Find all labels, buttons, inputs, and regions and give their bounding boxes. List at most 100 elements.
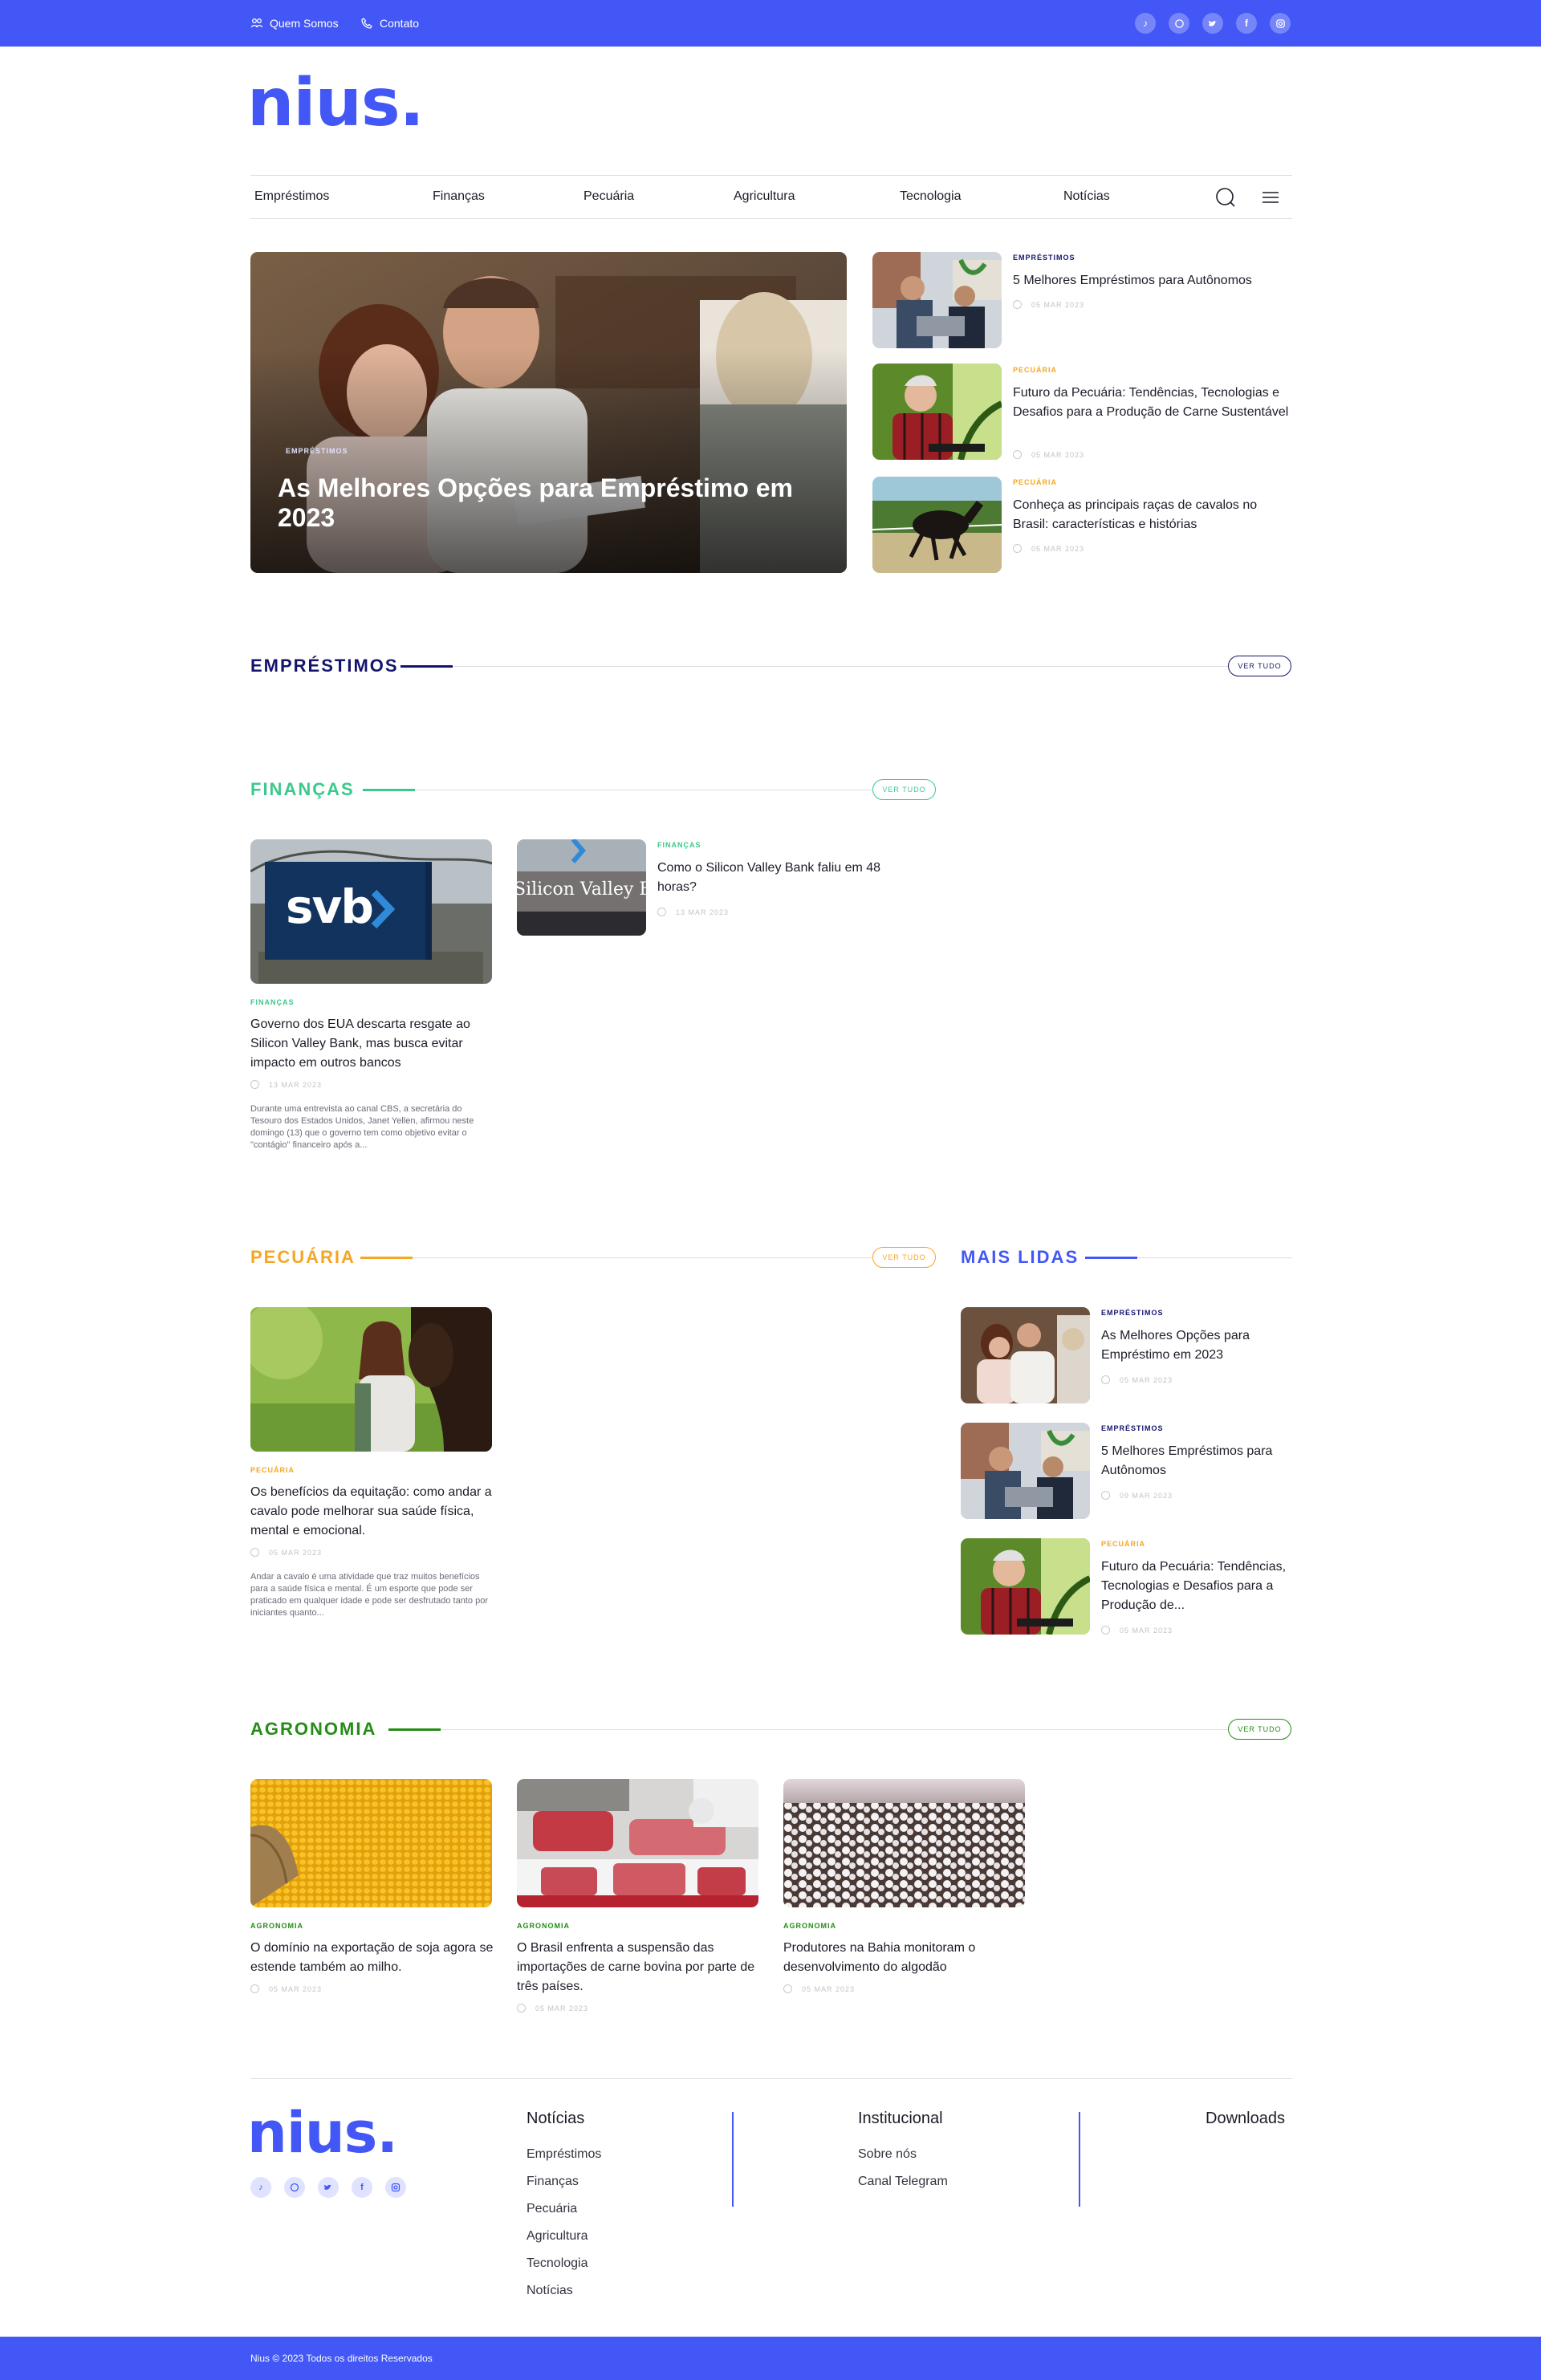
nav-item-tecnologia[interactable]: Tecnologia <box>900 175 962 218</box>
hero-side-thumb-3[interactable] <box>872 477 1002 573</box>
footer-whatsapp-icon[interactable] <box>284 2177 305 2198</box>
footer-link-sobre-nos[interactable]: Sobre nós <box>858 2147 917 2162</box>
date-text: 05 MAR 2023 <box>1031 300 1085 309</box>
footer-link-financas[interactable]: Finanças <box>527 2175 579 2189</box>
financas-main-title[interactable]: Governo dos EUA descarta resgate ao Sili… <box>250 1015 495 1073</box>
section-divider-pecuaria <box>413 1257 872 1258</box>
mais-lidas-category-2: EMPRÉSTIMOS <box>1101 1424 1164 1432</box>
date-text: 05 MAR 2023 <box>1031 450 1085 459</box>
svb-chevron-icon <box>371 889 395 929</box>
ver-tudo-agronomia-button[interactable]: VER TUDO <box>1228 1719 1291 1740</box>
clock-icon <box>250 1984 259 1993</box>
hero-title: As Melhores Opções para Empréstimo em 20… <box>278 473 793 532</box>
twitter-icon[interactable] <box>1202 13 1223 34</box>
pecuaria-main-category: PECUÁRIA <box>250 1466 295 1474</box>
mais-lidas-thumb-3[interactable] <box>961 1538 1090 1635</box>
footer-link-tecnologia[interactable]: Tecnologia <box>527 2256 588 2271</box>
hero-side-title-1[interactable]: 5 Melhores Empréstimos para Autônomos <box>1013 271 1294 290</box>
date-text: 05 MAR 2023 <box>535 2004 589 2012</box>
section-accent-mais-lidas <box>1085 1257 1137 1259</box>
ver-tudo-pecuaria-button[interactable]: VER TUDO <box>872 1247 936 1268</box>
hero-side-title-3[interactable]: Conheça as principais raças de cavalos n… <box>1013 496 1294 534</box>
ver-tudo-financas-button[interactable]: VER TUDO <box>872 779 936 800</box>
nav-item-noticias[interactable]: Notícias <box>1063 175 1110 218</box>
date-text: 13 MAR 2023 <box>269 1080 323 1089</box>
date-text: 05 MAR 2023 <box>1120 1626 1173 1635</box>
clock-icon <box>250 1080 259 1089</box>
clock-icon <box>1101 1626 1110 1635</box>
whatsapp-icon[interactable] <box>1169 13 1189 34</box>
footer-link-agricultura[interactable]: Agricultura <box>527 2229 588 2244</box>
clock-icon <box>1013 544 1022 553</box>
svb-building-sign: Silicon Valley Ban <box>517 879 646 900</box>
agronomia-image-2[interactable] <box>517 1779 758 1907</box>
footer-link-canal-telegram[interactable]: Canal Telegram <box>858 2175 948 2189</box>
section-title-financas: FINANÇAS <box>250 779 355 799</box>
hero-side-date-3: 05 MAR 2023 <box>1013 544 1084 553</box>
financas-main-category: FINANÇAS <box>250 998 295 1006</box>
section-title-mais-lidas: MAIS LIDAS <box>961 1247 1080 1267</box>
agronomia-image-1[interactable] <box>250 1779 492 1907</box>
site-logo[interactable]: nius. <box>247 67 425 140</box>
footer-tiktok-icon[interactable]: ♪ <box>250 2177 271 2198</box>
mais-lidas-title-3[interactable]: Futuro da Pecuária: Tendências, Tecnolog… <box>1101 1558 1294 1615</box>
financas-side-date: 13 MAR 2023 <box>657 908 729 916</box>
footer-instagram-icon[interactable] <box>385 2177 406 2198</box>
agronomia-category-2: AGRONOMIA <box>517 1922 570 1930</box>
mais-lidas-thumb-2[interactable] <box>961 1423 1090 1519</box>
financas-main-image[interactable]: svb <box>250 839 492 984</box>
date-text: 05 MAR 2023 <box>269 1548 323 1557</box>
footer-twitter-icon[interactable] <box>318 2177 339 2198</box>
financas-side-image[interactable]: Silicon Valley Ban <box>517 839 646 936</box>
search-icon[interactable] <box>1215 187 1236 208</box>
hero-side-thumb-1[interactable] <box>872 252 1002 348</box>
footer-logo[interactable]: nius. <box>247 2102 398 2163</box>
nav-item-financas[interactable]: Finanças <box>433 175 485 218</box>
footer-link-emprestimos[interactable]: Empréstimos <box>527 2147 601 2162</box>
clock-icon <box>250 1548 259 1557</box>
date-text: 13 MAR 2023 <box>676 908 730 916</box>
mais-lidas-thumb-1[interactable] <box>961 1307 1090 1403</box>
footer-col-downloads-title: Downloads <box>1206 2110 1285 2127</box>
financas-main-date: 13 MAR 2023 <box>250 1080 322 1089</box>
agronomia-title-3[interactable]: Produtores na Bahia monitoram o desenvol… <box>783 1939 1028 1977</box>
section-divider-mais-lidas <box>1137 1257 1292 1258</box>
clock-icon <box>517 2004 526 2012</box>
clock-icon <box>1013 300 1022 309</box>
top-bar: Quem Somos Contato ♪ f <box>0 0 1541 47</box>
footer-facebook-icon[interactable]: f <box>352 2177 372 2198</box>
menu-icon[interactable] <box>1262 190 1279 205</box>
clock-icon <box>1013 450 1022 459</box>
mais-lidas-title-2[interactable]: 5 Melhores Empréstimos para Autônomos <box>1101 1442 1294 1480</box>
section-accent-emprestimos <box>400 665 453 668</box>
quem-somos-link[interactable]: Quem Somos <box>250 0 339 47</box>
agronomia-category-3: AGRONOMIA <box>783 1922 836 1930</box>
nav-bottom-divider <box>250 218 1292 219</box>
agronomia-image-3[interactable] <box>783 1779 1025 1907</box>
footer-link-noticias[interactable]: Notícias <box>527 2284 573 2298</box>
facebook-icon[interactable]: f <box>1236 13 1257 34</box>
agronomia-date-2: 05 MAR 2023 <box>517 2004 588 2012</box>
footer-col-divider-2 <box>1079 2112 1080 2207</box>
instagram-icon[interactable] <box>1270 13 1291 34</box>
tiktok-icon[interactable]: ♪ <box>1135 13 1156 34</box>
ver-tudo-emprestimos-button[interactable]: VER TUDO <box>1228 656 1291 676</box>
nav-item-agricultura[interactable]: Agricultura <box>734 175 795 218</box>
mais-lidas-category-3: PECUÁRIA <box>1101 1540 1146 1548</box>
pecuaria-main-image[interactable] <box>250 1307 492 1452</box>
nav-item-emprestimos[interactable]: Empréstimos <box>254 175 329 218</box>
agronomia-title-2[interactable]: O Brasil enfrenta a suspensão das import… <box>517 1939 762 1996</box>
hero-side-title-2[interactable]: Futuro da Pecuária: Tendências, Tecnolog… <box>1013 384 1294 422</box>
nav-item-pecuaria[interactable]: Pecuária <box>583 175 634 218</box>
financas-side-title[interactable]: Como o Silicon Valley Bank faliu em 48 h… <box>657 859 906 897</box>
agronomia-title-1[interactable]: O domínio na exportação de soja agora se… <box>250 1939 495 1977</box>
pecuaria-main-title[interactable]: Os benefícios da equitação: como andar a… <box>250 1483 495 1541</box>
footer-link-pecuaria[interactable]: Pecuária <box>527 2202 577 2216</box>
bottom-bar: Nius © 2023 Todos os direitos Reservados <box>0 2337 1541 2380</box>
hero-side-thumb-2[interactable] <box>872 363 1002 460</box>
hero-article[interactable]: EMPRÉSTIMOS As Melhores Opções para Empr… <box>250 252 847 573</box>
contato-link[interactable]: Contato <box>360 0 419 47</box>
section-accent-pecuaria <box>360 1257 413 1259</box>
date-text: 05 MAR 2023 <box>802 1984 856 1993</box>
mais-lidas-title-1[interactable]: As Melhores Opções para Empréstimo em 20… <box>1101 1326 1294 1365</box>
